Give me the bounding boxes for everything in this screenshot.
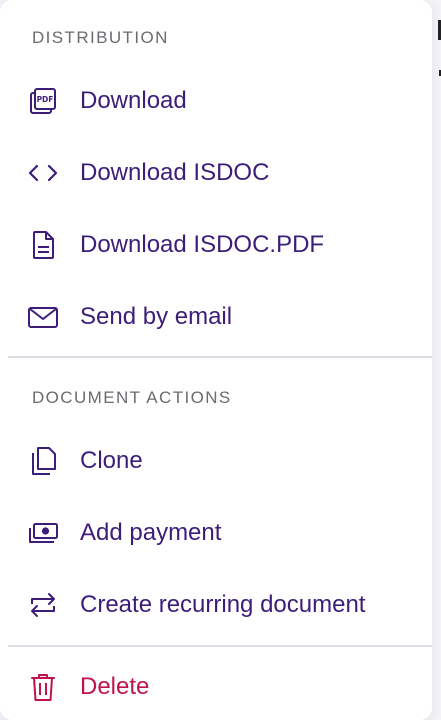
document-icon xyxy=(26,228,60,262)
menu-item-delete[interactable]: Delete xyxy=(0,661,432,713)
menu-item-label: Download ISDOC xyxy=(80,159,270,186)
copy-icon xyxy=(26,444,60,478)
actions-dropdown-menu: DISTRIBUTION PDF Download Download ISDOC xyxy=(0,0,432,720)
svg-text:PDF: PDF xyxy=(37,95,54,104)
menu-item-clone[interactable]: Clone xyxy=(0,435,432,487)
code-brackets-icon xyxy=(26,156,60,190)
section-divider-danger xyxy=(8,645,432,647)
menu-item-download-isdoc[interactable]: Download ISDOC xyxy=(0,147,432,199)
menu-item-label: Clone xyxy=(80,447,143,474)
menu-item-label: Download xyxy=(80,87,187,114)
repeat-arrows-icon xyxy=(26,588,60,622)
section-divider xyxy=(8,356,432,358)
envelope-icon xyxy=(26,300,60,334)
menu-item-label: Add payment xyxy=(80,519,222,546)
pdf-file-icon: PDF xyxy=(26,84,60,118)
menu-item-label: Download ISDOC.PDF xyxy=(80,231,325,258)
menu-item-label: Delete xyxy=(80,673,150,700)
menu-item-download-isdoc-pdf[interactable]: Download ISDOC.PDF xyxy=(0,219,432,271)
banknote-icon xyxy=(26,516,60,550)
menu-item-send-by-email[interactable]: Send by email xyxy=(0,291,432,343)
section-title-document-actions: DOCUMENT ACTIONS xyxy=(32,388,232,407)
trash-icon xyxy=(26,670,60,704)
menu-item-label: Create recurring document xyxy=(80,591,366,618)
menu-item-add-payment[interactable]: Add payment xyxy=(0,507,432,559)
menu-item-create-recurring-document[interactable]: Create recurring document xyxy=(0,579,432,631)
section-title-distribution: DISTRIBUTION xyxy=(32,28,169,47)
menu-item-label: Send by email xyxy=(80,303,233,330)
menu-item-download[interactable]: PDF Download xyxy=(0,75,432,127)
